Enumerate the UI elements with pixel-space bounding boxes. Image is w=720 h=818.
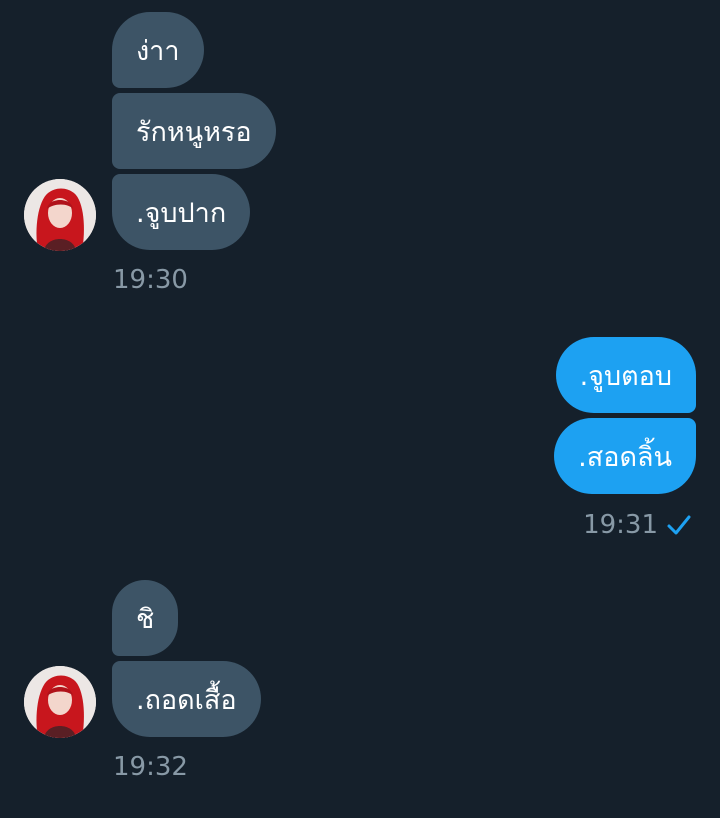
- outgoing-message[interactable]: .สอดลิ้น: [554, 418, 696, 494]
- incoming-message[interactable]: .ถอดเสื้อ: [112, 661, 261, 737]
- message-text: .จูบตอบ: [579, 360, 672, 392]
- dm-conversation: ง่าา รักหนูหรอ .จูบปาก 19:30 .จูบตอบ .สอ…: [0, 0, 720, 818]
- incoming-message[interactable]: .จูบปาก: [112, 174, 251, 250]
- message-text: .จูบปาก: [136, 197, 227, 229]
- outgoing-message[interactable]: .จูบตอบ: [555, 337, 696, 413]
- check-icon: [667, 515, 691, 535]
- avatar-image: [24, 179, 96, 251]
- incoming-message[interactable]: ชิ: [112, 580, 179, 656]
- avatar-image: [24, 666, 96, 738]
- message-text: ง่าา: [136, 35, 180, 67]
- message-timestamp: 19:30: [113, 265, 188, 295]
- sender-avatar[interactable]: [24, 666, 96, 738]
- message-timestamp: 19:32: [113, 752, 188, 782]
- message-text: .ถอดเสื้อ: [136, 684, 237, 716]
- message-text: ชิ: [136, 603, 155, 635]
- sender-avatar[interactable]: [24, 179, 96, 251]
- incoming-message[interactable]: รักหนูหรอ: [112, 93, 276, 169]
- message-text: .สอดลิ้น: [578, 441, 672, 473]
- message-timestamp: 19:31: [583, 510, 658, 540]
- incoming-message[interactable]: ง่าา: [112, 12, 204, 88]
- message-text: รักหนูหรอ: [136, 116, 252, 148]
